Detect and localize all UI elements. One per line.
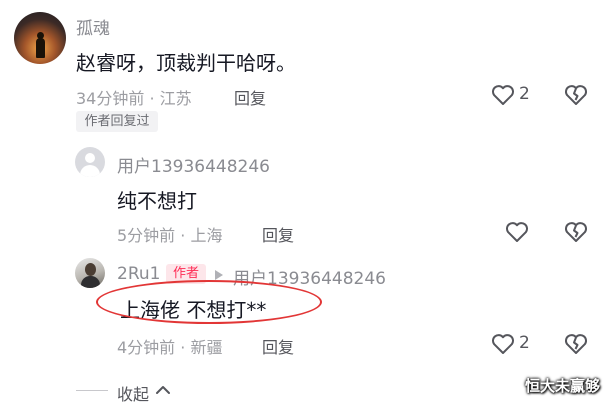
dislike-icon[interactable] (564, 333, 588, 355)
collapse-button[interactable]: 收起 (117, 381, 149, 402)
comment-username[interactable]: 孤魂 (76, 14, 110, 39)
divider (76, 390, 108, 391)
avatar[interactable] (14, 12, 66, 64)
like-count: 2 (519, 333, 530, 353)
reply-avatar[interactable] (75, 147, 105, 177)
comment-meta: 34分钟前 · 江苏 (76, 89, 192, 108)
reply-username[interactable]: 用户13936448246 (117, 152, 270, 177)
author-replied-badge: 作者回复过 (76, 111, 158, 132)
reply-meta: 5分钟前 · 上海 (117, 226, 223, 245)
reply-button[interactable]: 回复 (234, 85, 266, 109)
author-avatar[interactable] (75, 258, 105, 288)
like-count: 2 (519, 84, 530, 104)
like-icon[interactable] (491, 333, 515, 355)
like-icon[interactable] (491, 84, 515, 106)
dislike-icon[interactable] (564, 84, 588, 106)
chevron-up-icon[interactable] (155, 384, 171, 396)
like-icon[interactable] (505, 221, 529, 243)
reply-button[interactable]: 回复 (262, 334, 294, 358)
comment-content: 赵睿呀，顶裁判干哈呀。 (76, 51, 296, 75)
author-username[interactable]: 2Ru1 (117, 264, 160, 284)
watermark: 恒大未赢够 (524, 377, 600, 395)
annotation-circle (96, 280, 322, 324)
reply-meta: 4分钟前 · 新疆 (117, 338, 223, 357)
collapse-label: 收起 (117, 385, 150, 402)
reply-button[interactable]: 回复 (262, 222, 294, 246)
dislike-icon[interactable] (564, 221, 588, 243)
reply-content: 纯不想打 (117, 189, 197, 213)
